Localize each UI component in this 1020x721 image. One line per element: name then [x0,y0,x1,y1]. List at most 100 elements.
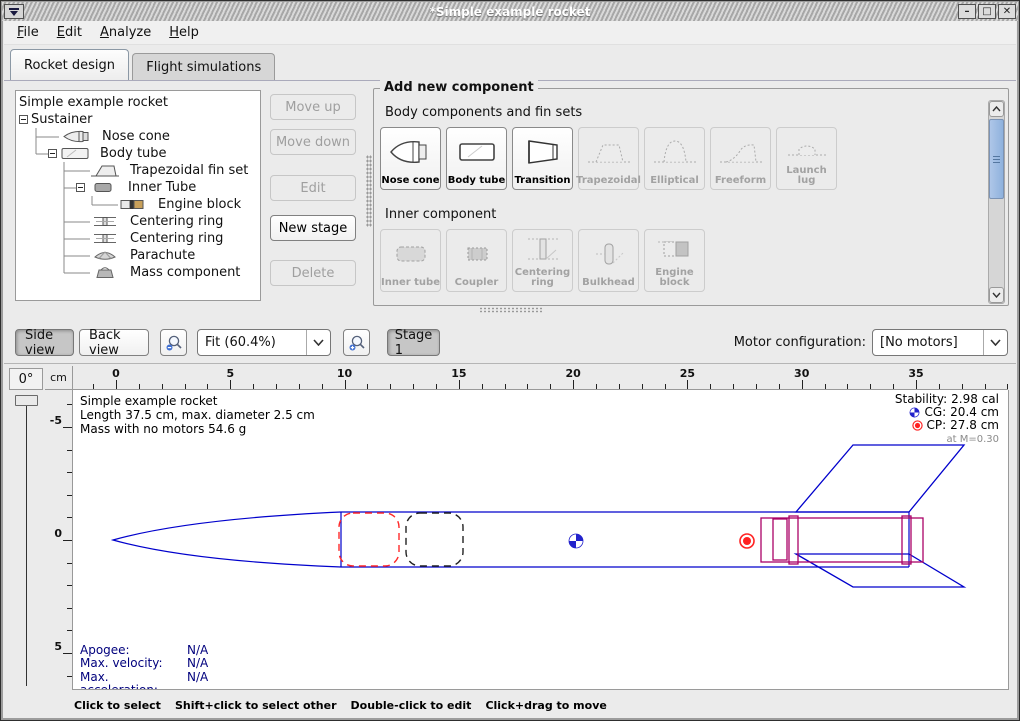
flight-stat-value: N/A [187,644,208,657]
stage-1-toggle[interactable]: Stage 1 [387,329,440,356]
tree-collapse-icon[interactable] [19,115,28,124]
tree-item-parachute[interactable]: Parachute [16,247,260,264]
tree-item-nose-cone[interactable]: Nose cone [16,128,260,145]
tree-item-simple-example-rocket[interactable]: Simple example rocket [16,94,260,111]
tree-collapse-icon[interactable] [48,149,57,158]
centering-ring-1-outline [789,516,798,564]
body-tube-icon [454,128,500,176]
back-view-toggle[interactable]: Back view [79,329,149,356]
launch-lug-icon [784,128,830,166]
ruler-tick [139,384,140,389]
menu-edit[interactable]: Edit [48,22,91,43]
ruler-tick [573,380,574,389]
add-elliptical-fin-button[interactable]: Elliptical [644,127,705,190]
zoom-out-button[interactable] [160,329,187,356]
side-view-toggle[interactable]: Side view [15,329,74,356]
menu-file[interactable]: File [8,22,48,43]
menu-analyze[interactable]: Analyze [91,22,160,43]
window-menu-button[interactable] [4,4,24,19]
add-inner-tube-button[interactable]: Inner tube [380,229,441,292]
tree-item-label: Inner Tube [128,180,196,195]
horizontal-splitter-handle[interactable] [479,307,543,313]
add-engine-block-button[interactable]: Engine block [644,229,705,292]
view-toolbar: Side view Back view Fit (60.4%) Stage 1 … [4,323,1016,363]
add-bulkhead-button[interactable]: Bulkhead [578,229,639,292]
add-body-tube-button[interactable]: Body tube [446,127,507,190]
ruler-tick [642,384,643,389]
tab-rocket-design[interactable]: Rocket design [10,49,129,80]
tree-item-engine-block[interactable]: Engine block [16,196,260,213]
centering-ring-icon [520,230,566,268]
component-tree[interactable]: Simple example rocketSustainerNose coneB… [15,90,261,301]
zoom-select[interactable]: Fit (60.4%) [197,329,331,356]
add-trapezoidal-fin-button[interactable]: Trapezoidal [578,127,639,190]
vertical-splitter-handle[interactable] [366,155,372,227]
tree-item-mass-component[interactable]: Mass component [16,264,260,281]
component-button-label: Inner tube [381,278,440,288]
rotation-slider-track[interactable] [26,406,27,686]
component-button-label: Trapezoidal [576,176,641,186]
tree-item-centering-ring[interactable]: Centering ring [16,230,260,247]
tree-item-body-tube[interactable]: Body tube [16,145,260,162]
scroll-down-button[interactable] [989,287,1004,303]
edit-button[interactable]: Edit [270,175,356,201]
motor-configuration-select[interactable]: [No motors] [872,329,1008,356]
motor-configuration-value: [No motors] [873,335,983,350]
new-stage-button[interactable]: New stage [270,215,356,241]
add-launch-lug-button[interactable]: Launch lug [776,127,837,190]
add-freeform-fin-button[interactable]: Freeform [710,127,771,190]
ruler-tick [93,384,94,389]
close-button[interactable]: ✕ [998,4,1016,19]
freeform-fin-icon [718,128,764,176]
tab-flight-simulations[interactable]: Flight simulations [132,53,275,80]
flight-stat-row: Max. velocity:N/A [80,657,208,670]
zoom-in-button[interactable] [343,329,370,356]
tree-item-label: Engine block [158,197,241,212]
trapezoidfin-icon [90,163,122,178]
maximize-button[interactable]: □ [978,4,996,19]
flight-stat-row: Apogee:N/A [80,644,208,657]
ruler-tick [939,384,940,389]
component-button-label: Transition [514,176,570,186]
ruler-tick [322,384,323,389]
flight-stat-label: Max. velocity: [80,657,187,670]
menu-help[interactable]: Help [160,22,208,43]
component-button-label: Centering ring [513,268,572,288]
move-up-button[interactable]: Move up [270,94,356,120]
ruler-tick [619,384,620,389]
ruler-tick [67,585,72,586]
ruler-tick [847,384,848,389]
window-title: *Simple example rocket [2,5,1018,19]
lower-fin-outline [796,554,964,587]
scroll-up-button[interactable] [989,101,1004,117]
tree-item-trapezoidal-fin-set[interactable]: Trapezoidal fin set [16,162,260,179]
cp-value: 27.8 cm [950,419,999,432]
elliptical-fin-icon [652,128,698,176]
move-down-button[interactable]: Move down [270,129,356,155]
add-centering-ring-button[interactable]: Centering ring [512,229,573,292]
ruler-label: 15 [451,367,466,380]
engine-block-icon [652,230,698,268]
ruler-tick [825,384,826,389]
ruler-label: 10 [337,367,352,380]
add-transition-button[interactable]: Transition [512,127,573,190]
chevron-down-icon [306,330,330,355]
tree-item-label: Centering ring [130,214,223,229]
component-scrollbar[interactable] [988,100,1005,304]
minimize-button[interactable]: – [958,4,976,19]
rocket-canvas[interactable]: Simple example rocket Length 37.5 cm, ma… [73,390,1009,690]
component-button-label: Elliptical [650,176,699,186]
ruler-label: 25 [680,367,695,380]
tree-collapse-icon[interactable] [76,183,85,192]
tree-item-centering-ring[interactable]: Centering ring [16,213,260,230]
scrollbar-thumb[interactable] [989,119,1004,199]
tree-item-sustainer[interactable]: Sustainer [16,111,260,128]
titlebar[interactable]: *Simple example rocket – □ ✕ [2,2,1018,21]
tree-item-inner-tube[interactable]: Inner Tube [16,179,260,196]
tree-item-label: Sustainer [31,112,93,127]
add-nose-cone-button[interactable]: Nose cone [380,127,441,190]
engineblock-icon [118,197,150,212]
delete-button[interactable]: Delete [270,260,356,286]
rotation-slider-handle[interactable] [15,395,38,406]
add-coupler-button[interactable]: Coupler [446,229,507,292]
